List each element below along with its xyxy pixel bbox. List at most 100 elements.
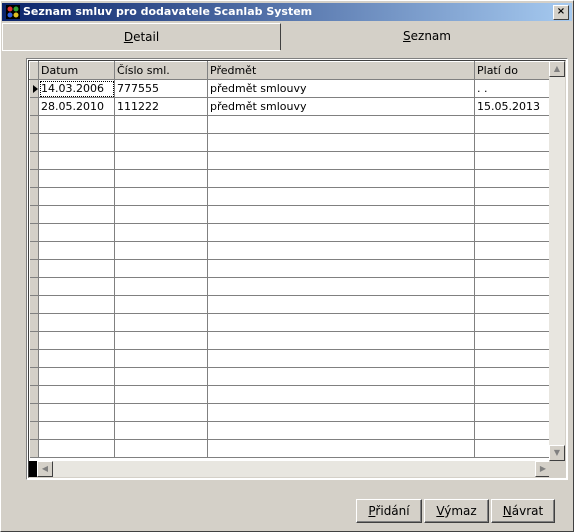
table-row-empty[interactable]: [29, 277, 551, 296]
scroll-left-button[interactable]: ◀: [37, 461, 53, 477]
cell-plati-do[interactable]: [474, 133, 551, 152]
cell-plati-do[interactable]: [474, 313, 551, 332]
grid-table[interactable]: Datum Číslo sml. Předmět Platí do 14.03.…: [29, 61, 551, 458]
vertical-scrollbar[interactable]: ▲ ▼: [549, 61, 565, 461]
cell-predmet[interactable]: [207, 133, 475, 152]
cell-datum[interactable]: [38, 133, 115, 152]
title-bar[interactable]: Seznam smluv pro dodavatele Scanlab Syst…: [2, 3, 572, 21]
cell-cislo[interactable]: [114, 403, 208, 422]
horizontal-scrollbar[interactable]: ◀ ▶: [37, 461, 551, 477]
cell-cislo[interactable]: [114, 241, 208, 260]
cell-datum[interactable]: [38, 349, 115, 368]
table-row-empty[interactable]: [29, 403, 551, 422]
cell-predmet[interactable]: [207, 313, 475, 332]
cell-predmet[interactable]: [207, 439, 475, 458]
table-row-empty[interactable]: [29, 421, 551, 440]
table-row-empty[interactable]: [29, 385, 551, 404]
cell-predmet[interactable]: předmět smlouvy: [207, 79, 475, 98]
contracts-grid[interactable]: Datum Číslo sml. Předmět Platí do 14.03.…: [26, 58, 568, 480]
cell-cislo[interactable]: [114, 349, 208, 368]
cell-cislo[interactable]: [114, 277, 208, 296]
cell-datum[interactable]: [38, 205, 115, 224]
cell-plati-do[interactable]: [474, 331, 551, 350]
cell-predmet[interactable]: [207, 403, 475, 422]
cell-cislo[interactable]: [114, 169, 208, 188]
cell-plati-do[interactable]: 15.05.2013: [474, 97, 551, 116]
table-row-empty[interactable]: [29, 439, 551, 458]
cell-plati-do[interactable]: . .: [474, 79, 551, 98]
table-row-empty[interactable]: [29, 295, 551, 314]
cell-plati-do[interactable]: [474, 241, 551, 260]
table-row-empty[interactable]: [29, 133, 551, 152]
cell-datum[interactable]: [38, 439, 115, 458]
cell-cislo[interactable]: [114, 439, 208, 458]
cell-cislo[interactable]: [114, 259, 208, 278]
cell-predmet[interactable]: [207, 151, 475, 170]
cell-datum[interactable]: [38, 331, 115, 350]
cell-plati-do[interactable]: [474, 295, 551, 314]
cell-plati-do[interactable]: [474, 259, 551, 278]
cell-datum[interactable]: 14.03.2006: [38, 79, 115, 98]
scroll-down-button[interactable]: ▼: [549, 445, 565, 461]
cell-predmet[interactable]: [207, 367, 475, 386]
table-row-empty[interactable]: [29, 169, 551, 188]
cell-cislo[interactable]: [114, 133, 208, 152]
cell-plati-do[interactable]: [474, 187, 551, 206]
table-row[interactable]: 28.05.2010 111222 předmět smlouvy 15.05.…: [29, 97, 551, 116]
cell-predmet[interactable]: [207, 205, 475, 224]
table-row-empty[interactable]: [29, 115, 551, 134]
cell-plati-do[interactable]: [474, 349, 551, 368]
cell-datum[interactable]: [38, 421, 115, 440]
cell-predmet[interactable]: [207, 115, 475, 134]
cell-plati-do[interactable]: [474, 421, 551, 440]
cell-cislo[interactable]: 777555: [114, 79, 208, 98]
table-row-empty[interactable]: [29, 259, 551, 278]
cell-plati-do[interactable]: [474, 205, 551, 224]
add-button[interactable]: Přidání: [356, 499, 422, 523]
cell-cislo[interactable]: [114, 313, 208, 332]
cell-datum[interactable]: [38, 169, 115, 188]
table-row-empty[interactable]: [29, 313, 551, 332]
close-button[interactable]: ×: [553, 5, 569, 20]
cell-predmet[interactable]: [207, 421, 475, 440]
cell-plati-do[interactable]: [474, 169, 551, 188]
cell-predmet[interactable]: [207, 187, 475, 206]
cell-cislo[interactable]: [114, 187, 208, 206]
cell-predmet[interactable]: [207, 295, 475, 314]
cell-cislo[interactable]: [114, 205, 208, 224]
cell-plati-do[interactable]: [474, 403, 551, 422]
column-header-cislo[interactable]: Číslo sml.: [114, 61, 208, 80]
cell-cislo[interactable]: [114, 421, 208, 440]
scroll-up-button[interactable]: ▲: [549, 61, 565, 77]
cell-cislo[interactable]: [114, 385, 208, 404]
cell-predmet[interactable]: [207, 241, 475, 260]
cell-predmet[interactable]: předmět smlouvy: [207, 97, 475, 116]
cell-plati-do[interactable]: [474, 151, 551, 170]
cell-cislo[interactable]: 111222: [114, 97, 208, 116]
cell-cislo[interactable]: [114, 223, 208, 242]
cell-cislo[interactable]: [114, 115, 208, 134]
cell-predmet[interactable]: [207, 385, 475, 404]
cell-datum[interactable]: [38, 313, 115, 332]
table-row-empty[interactable]: [29, 241, 551, 260]
cell-datum[interactable]: [38, 295, 115, 314]
cell-datum[interactable]: [38, 367, 115, 386]
cell-datum[interactable]: [38, 151, 115, 170]
column-header-plati-do[interactable]: Platí do: [474, 61, 551, 80]
return-button[interactable]: Návrat: [491, 499, 555, 523]
table-row-empty[interactable]: [29, 205, 551, 224]
table-row-empty[interactable]: [29, 331, 551, 350]
cell-datum[interactable]: [38, 259, 115, 278]
cell-predmet[interactable]: [207, 259, 475, 278]
tab-seznam[interactable]: Seznam: [281, 21, 573, 49]
cell-predmet[interactable]: [207, 277, 475, 296]
cell-datum[interactable]: [38, 403, 115, 422]
cell-datum[interactable]: [38, 241, 115, 260]
cell-datum[interactable]: [38, 187, 115, 206]
table-row-empty[interactable]: [29, 223, 551, 242]
table-row[interactable]: 14.03.2006 777555 předmět smlouvy . .: [29, 79, 551, 98]
cell-plati-do[interactable]: [474, 367, 551, 386]
table-row-empty[interactable]: [29, 349, 551, 368]
cell-datum[interactable]: [38, 277, 115, 296]
delete-button[interactable]: Výmaz: [424, 499, 489, 523]
